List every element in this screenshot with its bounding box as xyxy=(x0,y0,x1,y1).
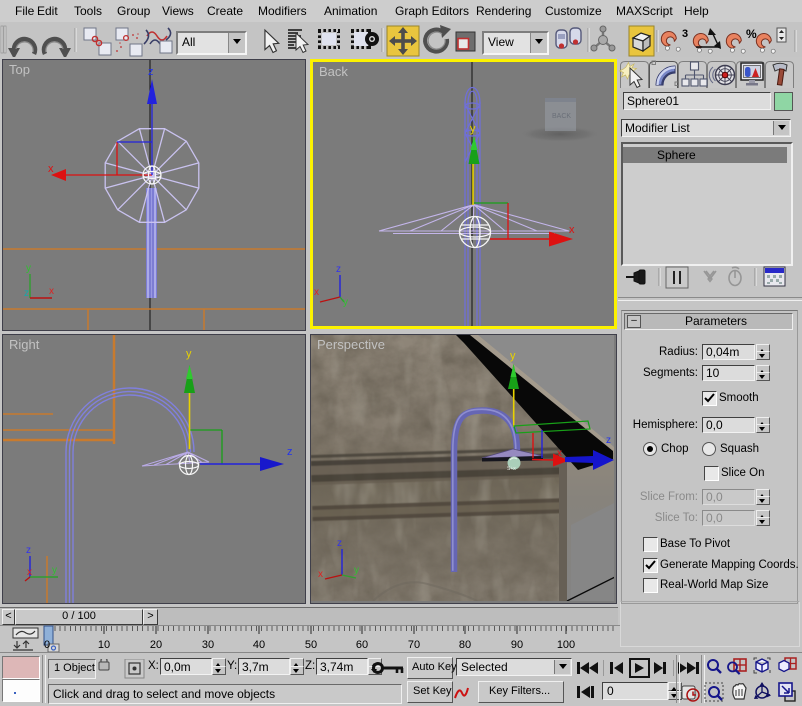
svg-text:20: 20 xyxy=(150,639,162,651)
svg-text:y: y xyxy=(354,565,359,576)
svg-text:z: z xyxy=(148,66,154,78)
svg-text:z: z xyxy=(26,545,31,556)
svg-text:y: y xyxy=(343,297,348,308)
svg-text:40: 40 xyxy=(253,639,265,651)
svg-text:70: 70 xyxy=(408,639,420,651)
svg-text:x: x xyxy=(48,163,54,175)
svg-text:z: z xyxy=(24,288,29,299)
svg-text:x: x xyxy=(569,224,575,236)
svg-text:x: x xyxy=(27,567,32,578)
svg-text:90: 90 xyxy=(511,639,523,651)
svg-text:80: 80 xyxy=(459,639,471,651)
svg-text:y: y xyxy=(510,350,516,362)
svg-text:y: y xyxy=(26,263,31,274)
svg-text:x: x xyxy=(314,287,319,298)
svg-text:z: z xyxy=(337,538,342,549)
svg-text:100: 100 xyxy=(557,639,575,651)
svg-text:z: z xyxy=(287,446,293,458)
svg-text:y: y xyxy=(186,348,192,360)
svg-text:0: 0 xyxy=(44,639,50,651)
svg-text:y: y xyxy=(470,123,476,135)
svg-text:S+x: S+x xyxy=(507,466,516,472)
svg-text:50: 50 xyxy=(305,639,317,651)
svg-text:z: z xyxy=(606,435,611,446)
svg-text:z: z xyxy=(336,264,341,275)
svg-text:60: 60 xyxy=(356,639,368,651)
svg-text:x: x xyxy=(318,569,323,580)
svg-text:10: 10 xyxy=(98,639,110,651)
svg-text:y: y xyxy=(52,565,57,576)
svg-text:3: 3 xyxy=(682,28,688,40)
svg-text:x: x xyxy=(557,448,562,459)
svg-text:x: x xyxy=(49,286,54,297)
svg-text:%: % xyxy=(746,27,757,41)
svg-text:BACK: BACK xyxy=(552,113,571,120)
svg-text:30: 30 xyxy=(202,639,214,651)
